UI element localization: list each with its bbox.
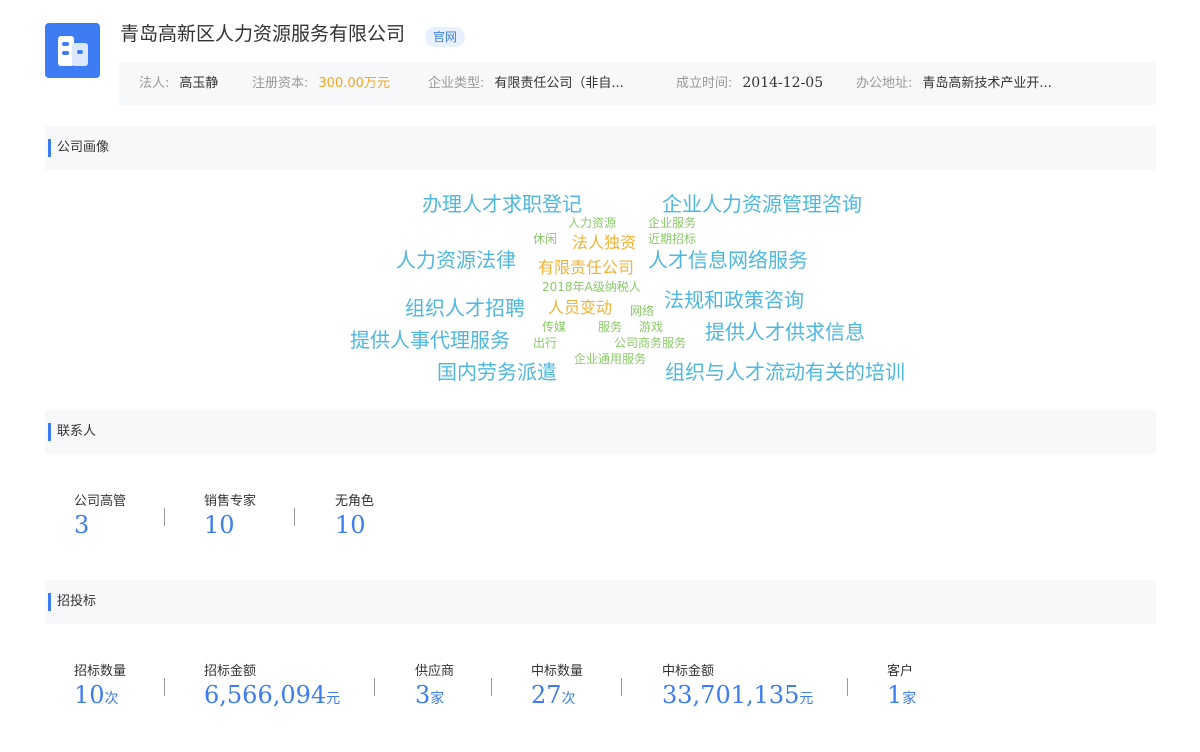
cloud-word[interactable]: 服务 (598, 321, 622, 333)
office-address: 办公地址: 青岛高新技术产业开... (856, 76, 1052, 91)
cloud-word[interactable]: 出行 (533, 337, 557, 349)
stat-suppliers[interactable]: 供应商 3家 (415, 664, 454, 713)
divider (621, 678, 622, 696)
bidding-stats: 招标数量 10次 招标金额 6,566,094元 供应商 3家 中标数量 27次… (45, 664, 1156, 724)
divider (294, 508, 295, 526)
stat-sales-experts[interactable]: 销售专家 10 (204, 494, 256, 540)
cloud-word[interactable]: 企业通用服务 (574, 353, 646, 365)
divider (374, 678, 375, 696)
section-header-portrait: 公司画像 (45, 126, 1156, 170)
cloud-word[interactable]: 人员变动 (548, 300, 612, 316)
divider (491, 678, 492, 696)
section-title: 招投标 (57, 594, 97, 609)
official-site-badge[interactable]: 官网 (425, 27, 466, 47)
stat-executives[interactable]: 公司高管 3 (74, 494, 126, 540)
stat-tender-amount[interactable]: 招标金额 6,566,094元 (204, 664, 340, 713)
cloud-word[interactable]: 组织人才招聘 (405, 298, 525, 318)
registered-capital: 注册资本: 300.00万元 (252, 76, 390, 91)
cloud-word[interactable]: 提供人才供求信息 (705, 322, 865, 342)
cloud-word[interactable]: 组织与人才流动有关的培训 (665, 362, 905, 382)
company-name: 青岛高新区人力资源服务有限公司 (120, 23, 406, 45)
divider (164, 508, 165, 526)
section-title: 公司画像 (57, 140, 110, 155)
founded-date: 成立时间: 2014-12-05 (676, 75, 824, 91)
contacts-stats: 公司高管 3 销售专家 10 无角色 10 (45, 494, 1156, 554)
stat-tender-count[interactable]: 招标数量 10次 (74, 664, 126, 713)
section-title: 联系人 (57, 424, 97, 439)
cloud-word[interactable]: 法规和政策咨询 (664, 290, 804, 310)
cloud-word[interactable]: 网络 (630, 305, 654, 317)
stat-customers[interactable]: 客户 1家 (887, 664, 916, 713)
cloud-word[interactable]: 近期招标 (648, 233, 696, 245)
cloud-word[interactable]: 提供人事代理服务 (350, 330, 510, 350)
legal-person: 法人: 高玉静 (139, 76, 219, 91)
divider (847, 678, 848, 696)
divider (164, 678, 165, 696)
cloud-word[interactable]: 有限责任公司 (538, 260, 634, 276)
cloud-word[interactable]: 休闲 (533, 233, 557, 245)
cloud-word[interactable]: 游戏 (639, 321, 663, 333)
section-header-bidding: 招投标 (45, 580, 1156, 624)
cloud-word[interactable]: 国内劳务派遣 (437, 362, 557, 382)
stat-no-role[interactable]: 无角色 10 (335, 494, 374, 540)
cloud-word[interactable]: 人力资源法律 (396, 250, 516, 270)
cloud-word[interactable]: 企业服务 (648, 217, 696, 229)
cloud-word[interactable]: 传媒 (542, 321, 566, 333)
word-cloud: 办理人才求职登记 企业人力资源管理咨询 人力资源 企业服务 休闲 法人独资 近期… (0, 170, 1200, 410)
stat-win-amount[interactable]: 中标金额 33,701,135元 (662, 664, 813, 713)
cloud-word[interactable]: 人才信息网络服务 (648, 250, 808, 270)
cloud-word[interactable]: 办理人才求职登记 (422, 194, 582, 214)
cloud-word[interactable]: 2018年A级纳税人 (542, 281, 641, 293)
company-type: 企业类型: 有限责任公司（非自... (428, 76, 624, 91)
cloud-word[interactable]: 公司商务服务 (614, 337, 686, 349)
section-header-contacts: 联系人 (45, 410, 1156, 454)
cloud-word[interactable]: 人力资源 (568, 217, 616, 229)
cloud-word[interactable]: 法人独资 (572, 235, 636, 251)
stat-win-count[interactable]: 中标数量 27次 (531, 664, 583, 713)
company-logo-icon (45, 23, 100, 78)
company-info-bar: 法人: 高玉静 注册资本: 300.00万元 企业类型: 有限责任公司（非自... 成… (119, 62, 1156, 105)
cloud-word[interactable]: 企业人力资源管理咨询 (662, 194, 862, 214)
